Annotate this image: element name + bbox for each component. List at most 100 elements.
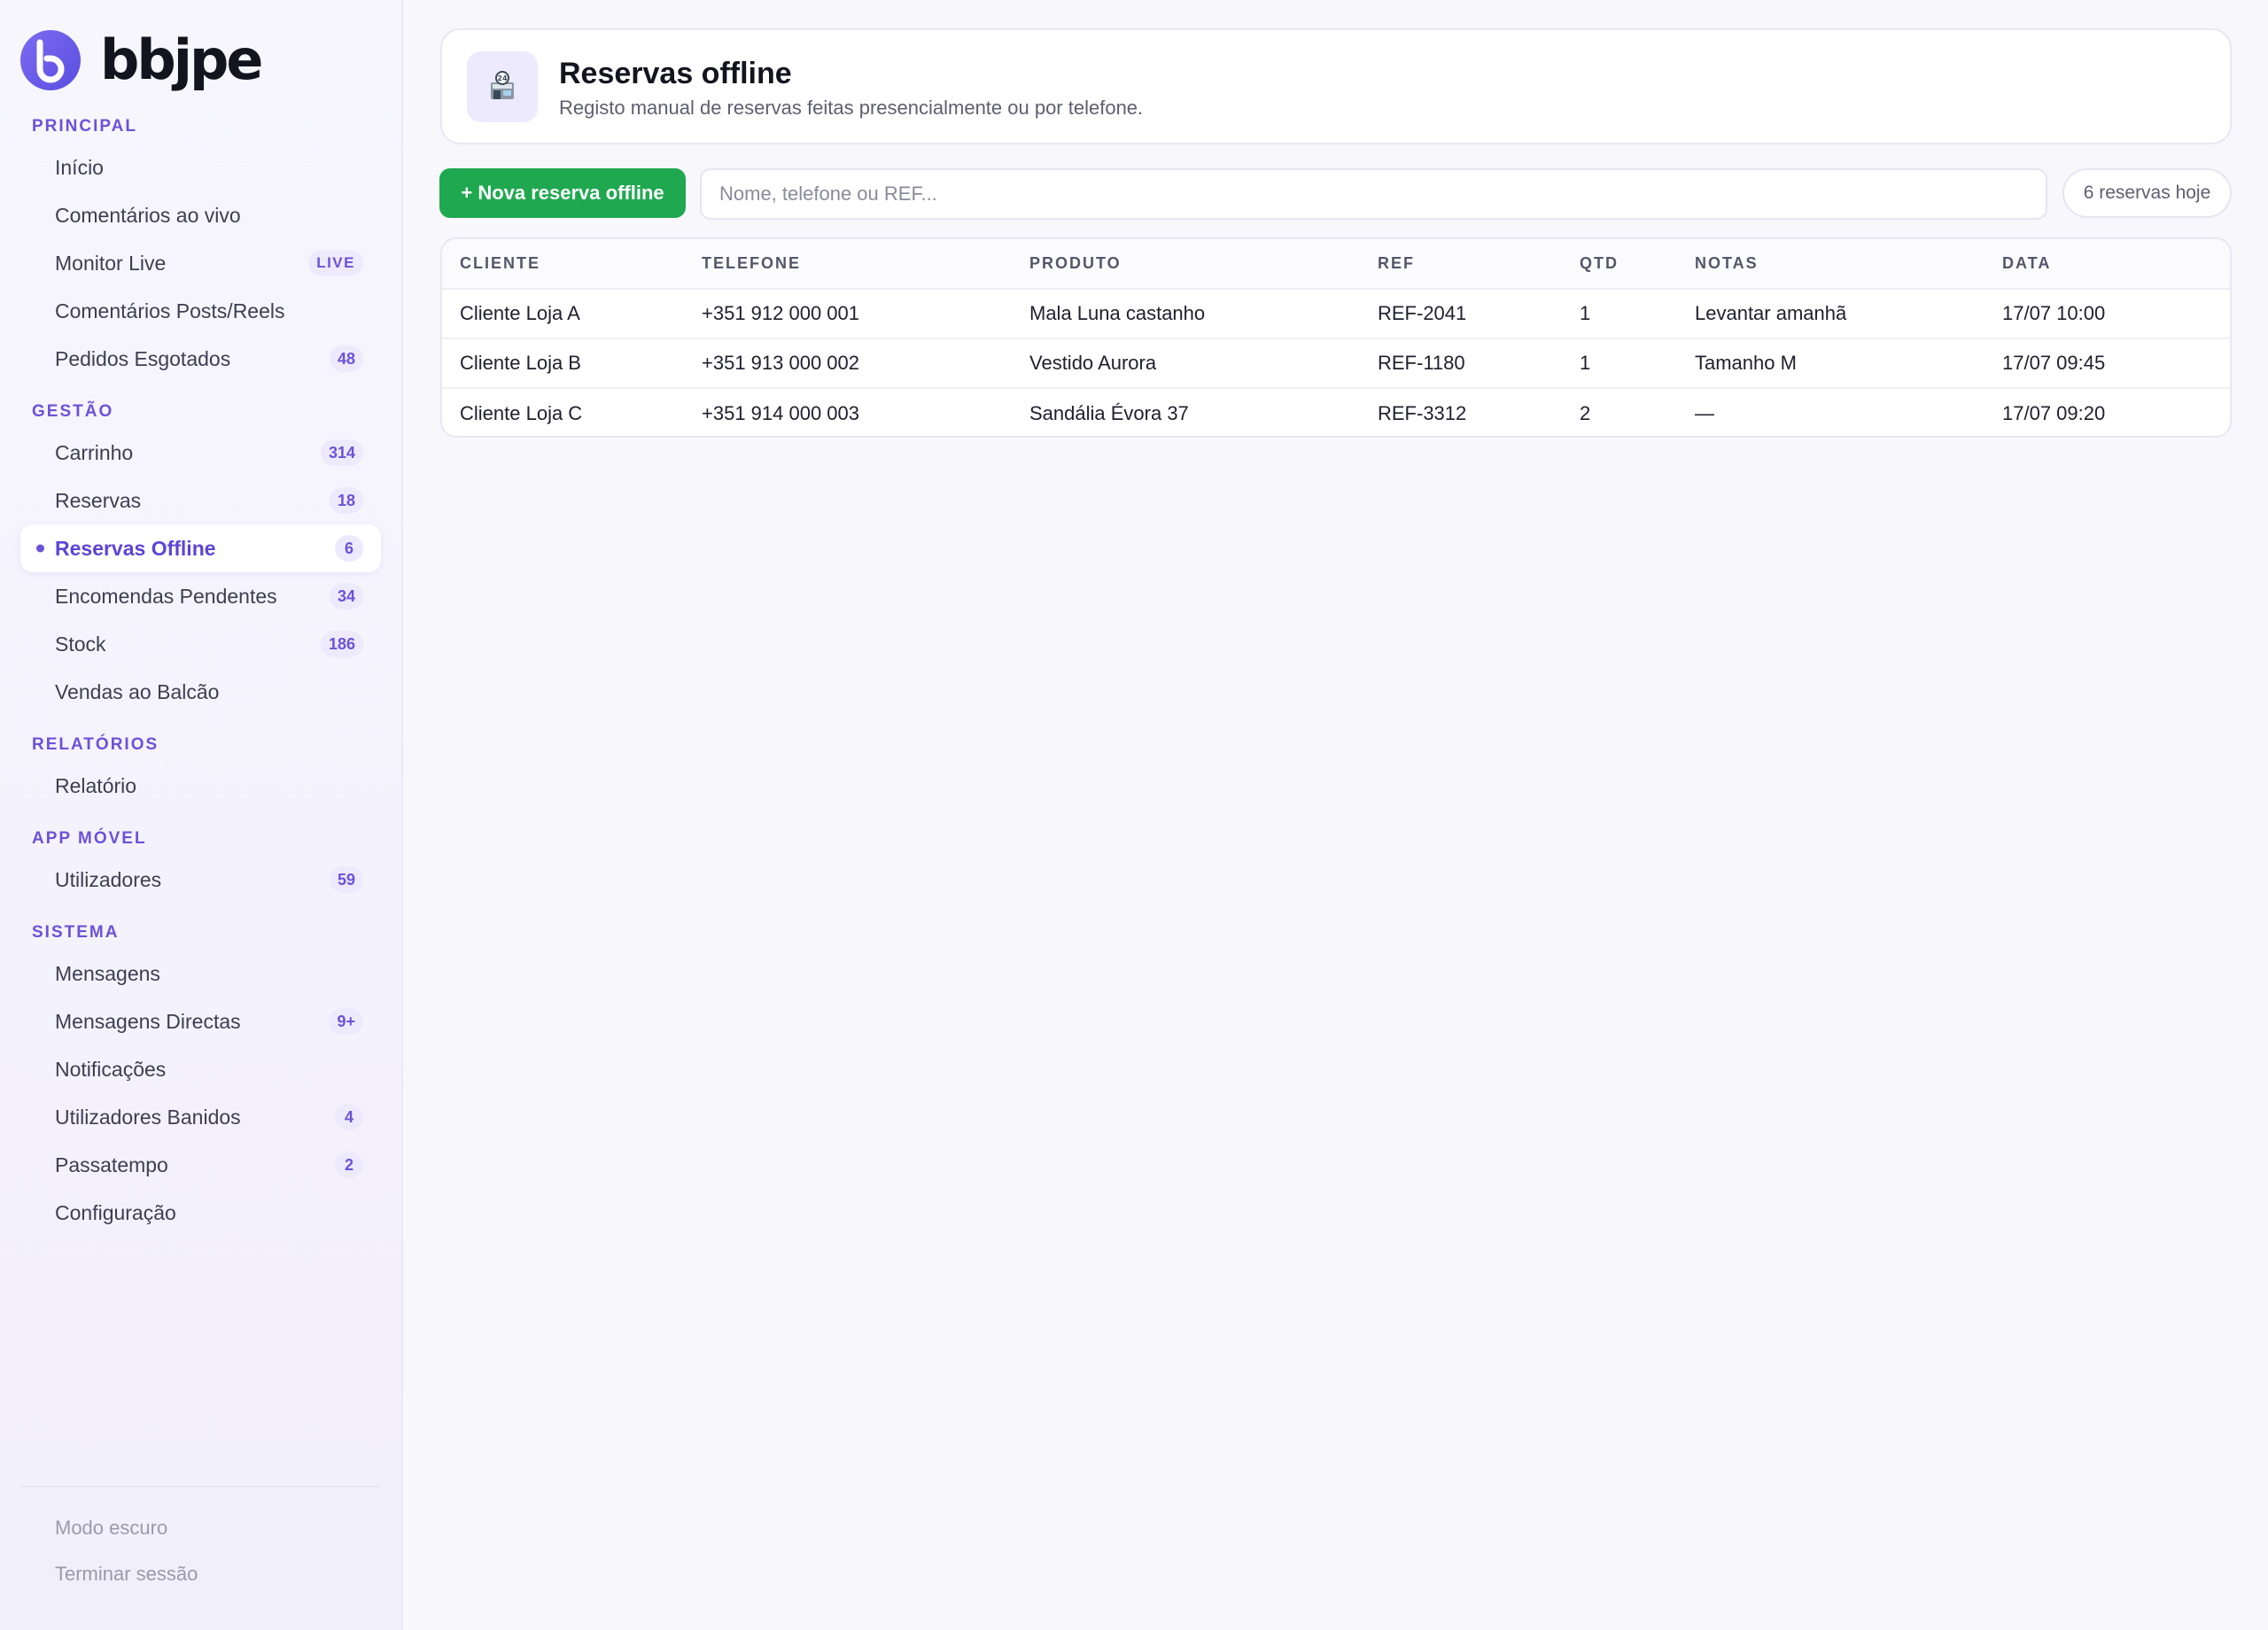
dark-mode-toggle[interactable]: Modo escuro [55, 1517, 167, 1540]
sidebar-item-label: Carrinho [55, 440, 134, 464]
sidebar-item-monitor-live[interactable]: Monitor Live LIVE [20, 239, 381, 287]
sidebar-item-label: Configuração [55, 1200, 176, 1224]
svg-text:24: 24 [497, 74, 508, 82]
section-label-gestao: GESTÃO [32, 402, 114, 421]
cell-data: 17/07 09:20 [2002, 387, 2230, 436]
cell-telefone: +351 914 000 003 [702, 387, 1029, 436]
sidebar-item-label: Encomendas Pendentes [55, 584, 277, 608]
live-badge: LIVE [308, 250, 363, 276]
count-badge: 6 [335, 535, 363, 562]
cell-telefone: +351 913 000 002 [702, 338, 1029, 388]
count-badge: 4 [335, 1104, 363, 1130]
column-header-cliente: CLIENTE [442, 239, 702, 290]
sidebar-item-label: Passatempo [55, 1153, 168, 1176]
sidebar-item-label: Utilizadores [55, 867, 162, 891]
new-offline-reservation-button[interactable]: + Nova reserva offline [439, 168, 686, 218]
sidebar-item-comentarios-posts[interactable]: Comentários Posts/Reels [20, 287, 381, 335]
cell-cliente: Cliente Loja B [442, 338, 702, 388]
cell-notas: — [1695, 387, 2002, 436]
sidebar-item-utilizadores-banidos[interactable]: Utilizadores Banidos 4 [20, 1093, 381, 1141]
page-subtitle: Registo manual de reservas feitas presen… [559, 97, 1144, 119]
sidebar-item-label: Início [55, 155, 104, 179]
column-header-ref: REF [1378, 239, 1580, 290]
sidebar-item-label: Mensagens [55, 961, 160, 985]
cell-ref: REF-2041 [1378, 302, 1467, 324]
cell-notas: Levantar amanhã [1695, 302, 1847, 324]
section-label-sistema: SISTEMA [32, 923, 120, 942]
sidebar-item-notificacoes[interactable]: Notificações [20, 1045, 381, 1093]
sidebar-item-label: Mensagens Directas [55, 1009, 241, 1033]
cell-data: 17/07 09:45 [2002, 338, 2230, 388]
column-header-data: DATA [2002, 239, 2230, 290]
cell-produto: Mala Luna castanho [1029, 302, 1206, 324]
store-icon: 24 [467, 51, 538, 122]
sidebar-item-pedidos-esgotados[interactable]: Pedidos Esgotados 48 [20, 335, 381, 383]
sidebar-item-label: Reservas [55, 488, 142, 512]
logout-button[interactable]: Terminar sessão [55, 1563, 198, 1586]
sidebar-item-reservas-offline[interactable]: Reservas Offline 6 [20, 524, 381, 572]
count-badge: 2 [335, 1152, 363, 1178]
cell-produto: Sandália Évora 37 [1029, 387, 1378, 436]
reservations-count-badge: 6 reservas hoje [2062, 168, 2232, 218]
brand-name: bbjpe [100, 27, 263, 92]
column-header-qtd: QTD [1580, 239, 1695, 290]
count-badge: 314 [320, 439, 363, 466]
count-badge: 18 [329, 487, 363, 514]
column-header-produto: PRODUTO [1029, 239, 1378, 290]
sidebar-item-encomendas-pendentes[interactable]: Encomendas Pendentes 34 [20, 572, 381, 620]
sidebar-item-inicio[interactable]: Início [20, 144, 381, 191]
sidebar-item-label: Stock [55, 632, 106, 656]
page-title: Reservas offline [559, 57, 792, 90]
count-badge: 48 [329, 345, 363, 372]
cell-ref: REF-3312 [1378, 387, 1580, 436]
reservations-table: CLIENTE TELEFONE PRODUTO REF QTD NOTAS D… [440, 237, 2232, 438]
column-header-notas: NOTAS [1695, 239, 2002, 290]
sidebar-item-label: Reservas Offline [55, 536, 216, 560]
cell-ref: REF-1180 [1378, 338, 1580, 388]
sidebar-item-stock[interactable]: Stock 186 [20, 620, 381, 668]
sidebar-item-configuracao[interactable]: Configuração [20, 1189, 381, 1237]
sidebar-item-label: Comentários ao vivo [55, 203, 241, 227]
count-badge: 59 [329, 866, 363, 893]
sidebar-item-carrinho[interactable]: Carrinho 314 [20, 429, 381, 477]
count-badge: 9+ [329, 1008, 363, 1035]
cell-cliente: Cliente Loja C [442, 387, 702, 436]
cell-data: 17/07 10:00 [2002, 302, 2106, 324]
sidebar-item-label: Vendas ao Balcão [55, 679, 220, 703]
cell-cliente: Cliente Loja A [460, 302, 580, 324]
table-row[interactable]: Cliente Loja C +351 914 000 003 Sandália… [442, 387, 2230, 436]
sidebar-item-reservas[interactable]: Reservas 18 [20, 477, 381, 524]
sidebar-item-label: Pedidos Esgotados [55, 346, 231, 370]
cell-telefone: +351 912 000 001 [702, 302, 860, 324]
sidebar-item-label: Comentários Posts/Reels [55, 299, 285, 322]
sidebar-item-label: Utilizadores Banidos [55, 1105, 241, 1129]
sidebar-divider [20, 1486, 381, 1487]
cell-qtd: 2 [1580, 387, 1695, 436]
column-header-telefone: TELEFONE [702, 239, 1029, 290]
sidebar-item-relatorio[interactable]: Relatório [20, 762, 381, 810]
sidebar-item-mensagens[interactable]: Mensagens [20, 950, 381, 997]
cell-qtd: 1 [1580, 338, 1695, 388]
brand-logo-icon [20, 30, 81, 90]
cell-notas: Tamanho M [1695, 338, 2002, 388]
sidebar-item-comentarios-ao-vivo[interactable]: Comentários ao vivo [20, 191, 381, 239]
active-dot-icon [36, 544, 44, 553]
sidebar-item-vendas-balcao[interactable]: Vendas ao Balcão [20, 668, 381, 716]
cell-produto: Vestido Aurora [1029, 338, 1378, 388]
sidebar-nav: PRINCIPAL Início Comentários ao vivo Mon… [0, 113, 403, 1237]
brand[interactable]: bbjpe [20, 27, 263, 92]
sidebar-item-utilizadores[interactable]: Utilizadores 59 [20, 856, 381, 904]
table-row[interactable]: Cliente Loja B +351 913 000 002 Vestido … [442, 338, 2230, 388]
table-row[interactable]: Cliente Loja A +351 912 000 001 Mala Lun… [442, 289, 2230, 338]
sidebar-item-passatempo[interactable]: Passatempo 2 [20, 1141, 381, 1189]
sidebar: bbjpe PRINCIPAL Início Comentários ao vi… [0, 0, 403, 1630]
sidebar-item-label: Relatório [55, 773, 137, 797]
section-label-relatorios: RELATÓRIOS [32, 735, 159, 754]
count-badge: 186 [320, 631, 363, 657]
sidebar-item-label: Notificações [55, 1057, 167, 1081]
count-badge: 34 [329, 583, 363, 609]
sidebar-item-mensagens-directas[interactable]: Mensagens Directas 9+ [20, 997, 381, 1045]
cell-qtd: 1 [1580, 302, 1591, 324]
sidebar-item-label: Monitor Live [55, 251, 167, 275]
search-input[interactable] [700, 168, 2047, 220]
